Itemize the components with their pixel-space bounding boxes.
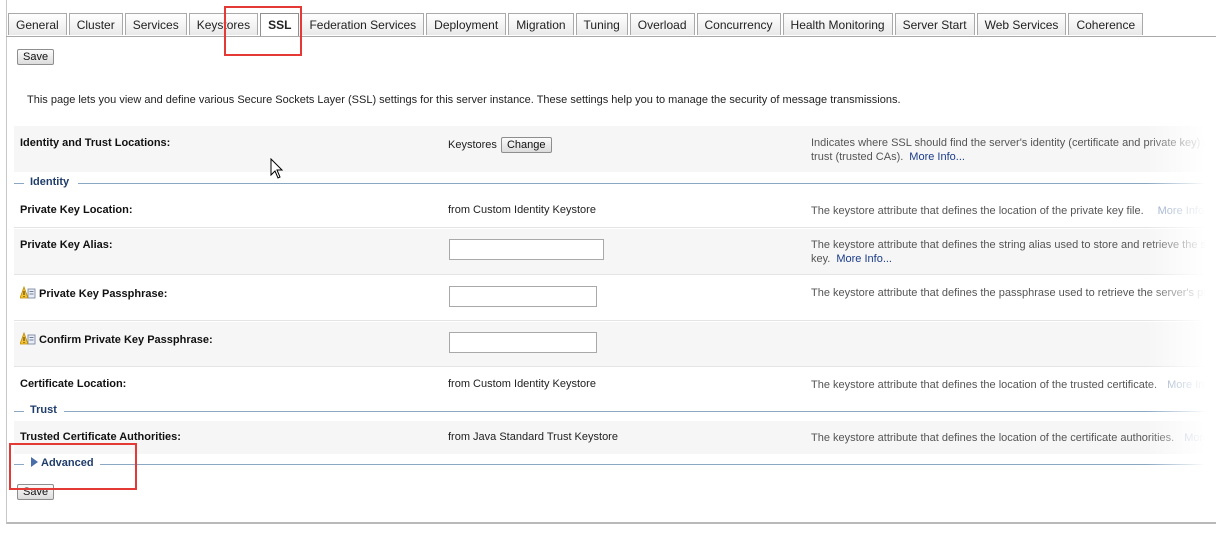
change-button[interactable]: Change — [500, 137, 552, 153]
private-key-location-value: from Custom Identity Keystore — [448, 204, 596, 216]
private-key-alias-row: Private Key Alias: The keystore attribut… — [14, 229, 1216, 275]
private-key-location-label: Private Key Location: — [20, 204, 133, 216]
confirm-passphrase-label: Confirm Private Key Passphrase: — [39, 334, 213, 346]
tab-concurrency[interactable]: Concurrency — [696, 13, 781, 35]
section-identity: Identity — [14, 176, 1214, 190]
private-key-alias-desc: The keystore attribute that defines the … — [811, 239, 1213, 265]
trusted-ca-more-info-link[interactable]: More Info... — [1184, 432, 1216, 444]
page-intro: This page lets you view and define vario… — [27, 94, 901, 106]
identity-trust-desc: Indicates where SSL should find the serv… — [811, 137, 1210, 163]
certificate-location-label: Certificate Location: — [20, 378, 127, 390]
identity-trust-value: Keystores Change — [448, 137, 552, 153]
trusted-ca-label: Trusted Certificate Authorities: — [20, 431, 181, 443]
save-button-top[interactable]: Save — [17, 49, 55, 65]
private-key-alias-label: Private Key Alias: — [20, 239, 113, 251]
private-key-alias-input[interactable] — [449, 239, 604, 260]
tab-health-monitoring[interactable]: Health Monitoring — [782, 13, 893, 35]
certificate-location-desc: The keystore attribute that defines the … — [811, 378, 1216, 392]
certificate-location-value: from Custom Identity Keystore — [448, 378, 596, 390]
tab-ssl[interactable]: SSL — [260, 13, 300, 37]
section-trust-title: Trust — [30, 404, 57, 416]
tab-bar: General Cluster Services Keystores SSL F… — [8, 13, 1145, 37]
private-key-passphrase-label-group: Private Key Passphrase: — [19, 285, 168, 300]
private-key-passphrase-row: Private Key Passphrase: The keystore att… — [14, 276, 1216, 321]
private-key-location-more-info-link[interactable]: More Info... — [1158, 205, 1214, 217]
confirm-passphrase-input[interactable] — [449, 332, 597, 353]
tab-federation-services[interactable]: Federation Services — [301, 13, 425, 35]
certificate-location-row: Certificate Location: from Custom Identi… — [14, 368, 1216, 402]
private-key-location-desc: The keystore attribute that defines the … — [811, 205, 1214, 217]
tab-deployment[interactable]: Deployment — [426, 13, 507, 35]
private-key-passphrase-desc: The keystore attribute that defines the … — [811, 287, 1215, 299]
section-identity-title: Identity — [30, 176, 70, 188]
tab-tuning[interactable]: Tuning — [575, 13, 628, 35]
private-key-passphrase-input[interactable] — [449, 286, 597, 307]
private-key-location-row: Private Key Location: from Custom Identi… — [14, 194, 1216, 228]
tab-web-services[interactable]: Web Services — [976, 13, 1067, 35]
identity-trust-more-info-link[interactable]: More Info... — [909, 151, 965, 163]
private-key-passphrase-label: Private Key Passphrase: — [39, 288, 168, 300]
tab-underline — [6, 36, 1216, 37]
tab-services[interactable]: Services — [124, 13, 187, 35]
certificate-location-more-info-link[interactable]: More Info... — [1167, 379, 1216, 391]
section-advanced[interactable]: Advanced — [14, 457, 1214, 471]
identity-trust-label: Identity and Trust Locations: — [20, 137, 171, 149]
section-advanced-title: Advanced — [41, 457, 94, 469]
trusted-ca-desc: The keystore attribute that defines the … — [811, 431, 1216, 445]
section-trust: Trust — [14, 404, 1214, 418]
trusted-ca-value: from Java Standard Trust Keystore — [448, 431, 618, 443]
trusted-ca-row: Trusted Certificate Authorities: from Ja… — [14, 421, 1216, 454]
tab-migration[interactable]: Migration — [508, 13, 574, 35]
expand-triangle-icon — [30, 457, 39, 470]
mouse-cursor-icon — [270, 157, 284, 183]
tab-keystores[interactable]: Keystores — [188, 13, 259, 35]
save-button-bottom[interactable]: Save — [17, 484, 55, 500]
tab-coherence[interactable]: Coherence — [1068, 13, 1144, 35]
tab-overload[interactable]: Overload — [629, 13, 695, 35]
identity-trust-row: Identity and Trust Locations: Keystores … — [14, 126, 1216, 172]
tab-general[interactable]: General — [8, 13, 67, 35]
warning-key-icon — [19, 331, 36, 346]
private-key-alias-more-info-link[interactable]: More Info... — [836, 253, 892, 265]
warning-key-icon — [19, 285, 36, 300]
confirm-passphrase-label-group: Confirm Private Key Passphrase: — [19, 331, 213, 346]
confirm-passphrase-row: Confirm Private Key Passphrase: — [14, 322, 1216, 367]
section-advanced-toggle[interactable]: Advanced — [30, 457, 94, 470]
tab-server-start[interactable]: Server Start — [894, 13, 975, 35]
tab-cluster[interactable]: Cluster — [68, 13, 123, 35]
